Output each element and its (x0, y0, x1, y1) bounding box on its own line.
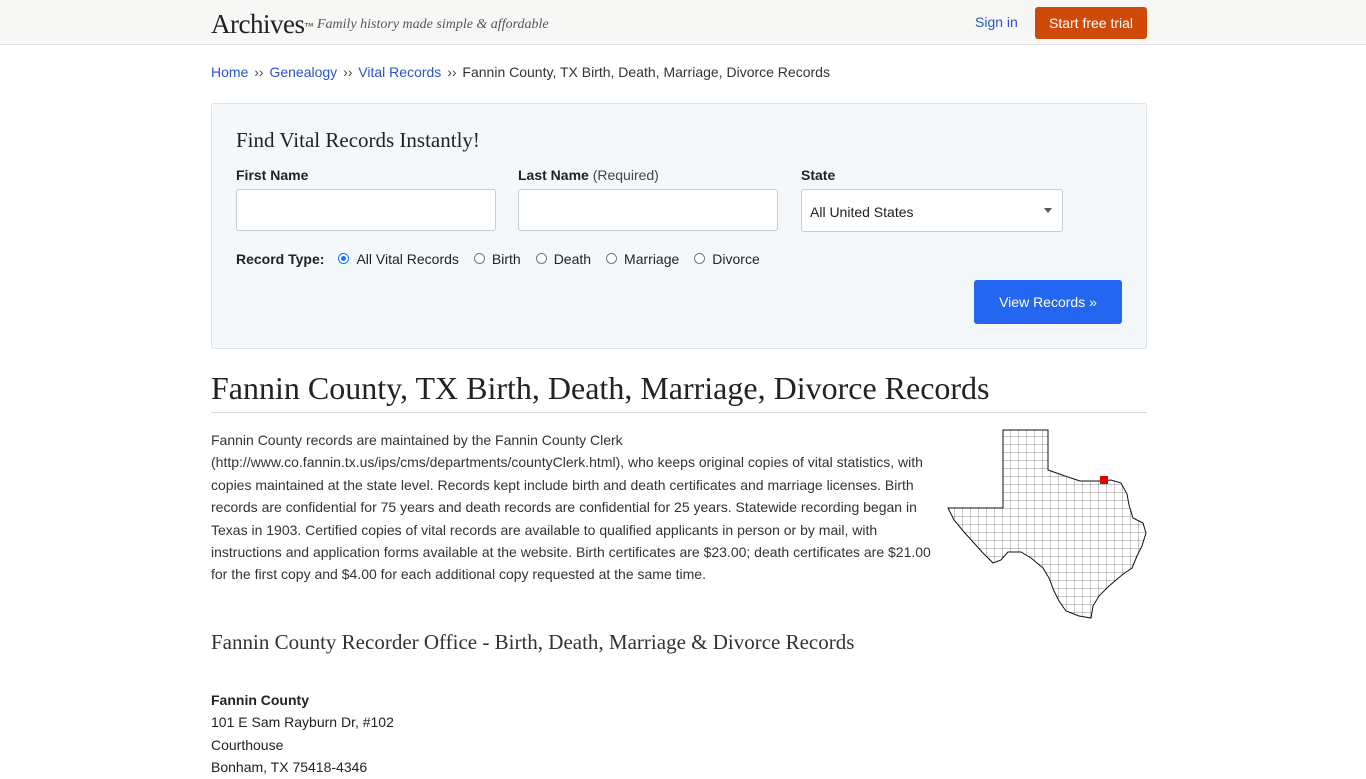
radio-all-vital-records[interactable] (338, 252, 350, 264)
breadcrumb-genealogy[interactable]: Genealogy (269, 64, 337, 80)
intro-paragraph: Fannin County records are maintained by … (211, 432, 931, 583)
search-panel-title: Find Vital Records Instantly! (236, 128, 480, 152)
last-name-label-text: Last Name (518, 167, 589, 183)
chevron-down-icon (1044, 208, 1052, 213)
breadcrumb-current: Fannin County, TX Birth, Death, Marriage… (462, 64, 830, 80)
page-title: Fannin County, TX Birth, Death, Marriage… (211, 370, 990, 406)
radio-marriage[interactable] (606, 252, 618, 264)
breadcrumb-separator: ›› (447, 64, 457, 80)
office-address-line: Bonham, TX 75418-4346 (211, 759, 368, 776)
office-address-line: 101 E Sam Rayburn Dr, #102 (211, 714, 394, 731)
site-tagline: Family history made simple & affordable (317, 17, 549, 32)
radio-death[interactable] (535, 252, 547, 264)
last-name-label: Last Name (Required) (518, 167, 659, 183)
breadcrumb-separator: ›› (254, 64, 264, 80)
recorder-office-heading: Fannin County Recorder Office - Birth, D… (211, 630, 855, 654)
breadcrumb: Home ›› Genealogy ›› Vital Records ›› Fa… (211, 64, 830, 80)
search-panel: Find Vital Records Instantly! First Name… (211, 103, 1147, 349)
top-bar: Archives™ Family history made simple & a… (0, 0, 1366, 45)
record-type-label: Record Type: (236, 251, 325, 267)
title-divider (211, 412, 1147, 413)
radio-label-all-vital-records[interactable]: All Vital Records (356, 251, 458, 267)
texas-county-map-image (947, 429, 1147, 619)
radio-label-divorce[interactable]: Divorce (712, 251, 759, 267)
start-free-trial-button[interactable]: Start free trial (1035, 7, 1147, 39)
state-select[interactable]: All United States (801, 189, 1063, 232)
fannin-county-highlight (1100, 476, 1108, 484)
radio-label-death[interactable]: Death (554, 251, 591, 267)
last-name-input[interactable] (518, 189, 778, 231)
radio-label-birth[interactable]: Birth (492, 251, 521, 267)
logo-text: Archives (211, 9, 305, 39)
breadcrumb-home[interactable]: Home (211, 64, 248, 80)
radio-divorce[interactable] (694, 252, 706, 264)
archives-logo[interactable]: Archives™ (211, 9, 313, 39)
first-name-label-text: First Name (236, 167, 309, 183)
state-label: State (801, 167, 836, 183)
breadcrumb-vital-records[interactable]: Vital Records (358, 64, 441, 80)
record-type-group: Record Type: All Vital Records Birth Dea… (236, 250, 775, 268)
first-name-label: First Name (236, 167, 308, 183)
radio-label-marriage[interactable]: Marriage (624, 251, 679, 267)
breadcrumb-separator: ›› (343, 64, 353, 80)
required-note: (Required) (592, 167, 659, 183)
radio-birth[interactable] (473, 252, 485, 264)
first-name-input[interactable] (236, 189, 496, 231)
trademark-symbol: ™ (304, 21, 313, 31)
office-name: Fannin County (211, 692, 309, 708)
office-address-block: Fannin County 101 E Sam Rayburn Dr, #102… (211, 689, 394, 779)
state-select-value: All United States (810, 204, 914, 220)
sign-in-link[interactable]: Sign in (975, 14, 1018, 30)
office-address-line: Courthouse (211, 736, 284, 753)
view-records-button[interactable]: View Records » (974, 280, 1122, 324)
